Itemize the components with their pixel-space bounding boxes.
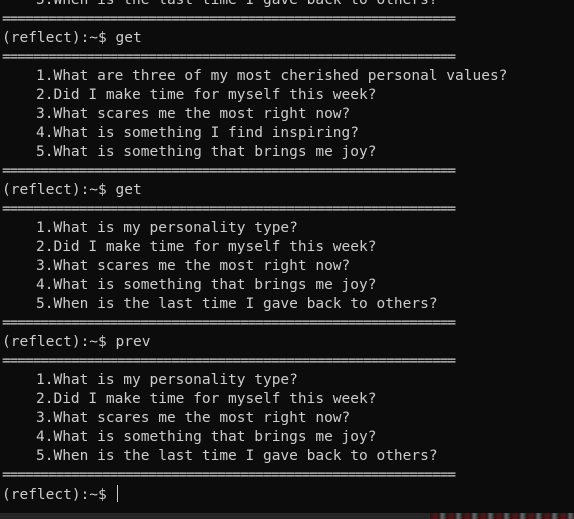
separator-line: ========================================… <box>2 467 456 483</box>
command-text: prev <box>115 334 151 350</box>
terminal-window[interactable]: 5.When is the last time I gave back to o… <box>0 0 574 513</box>
command-line: (reflect):~$ get <box>2 29 507 48</box>
question-line: 2.Did I make time for myself this week? <box>36 87 377 103</box>
text-cursor <box>116 485 118 502</box>
prompt: (reflect):~$ <box>2 182 107 198</box>
separator-line: ========================================… <box>2 49 456 65</box>
output-line-partial: 5.When is the last time I gave back to o… <box>36 0 438 8</box>
terminal-output: 5.When is the last time I gave back to o… <box>2 0 507 504</box>
prompt: (reflect):~$ <box>2 334 107 350</box>
separator-line: ========================================… <box>2 201 456 217</box>
command-text: get <box>115 182 142 198</box>
separator-line: ========================================… <box>2 11 456 27</box>
question-line: 1.What is my personality type? <box>36 372 298 388</box>
background-image-fragment <box>430 513 574 519</box>
question-line: 4.What is something that brings me joy? <box>36 429 377 445</box>
question-line: 2.Did I make time for myself this week? <box>36 239 377 255</box>
separator-line: ========================================… <box>2 315 456 331</box>
command-line: (reflect):~$ prev <box>2 333 507 352</box>
question-line: 1.What is my personality type? <box>36 220 298 236</box>
command-line: (reflect):~$ get <box>2 181 507 200</box>
question-line: 2.Did I make time for myself this week? <box>36 391 377 407</box>
prompt: (reflect):~$ <box>2 487 107 503</box>
question-line: 5.What is something that brings me joy? <box>36 144 377 160</box>
active-prompt-line[interactable]: (reflect):~$ <box>2 485 507 504</box>
question-line: 5.When is the last time I gave back to o… <box>36 448 438 464</box>
separator-line: ========================================… <box>2 353 456 369</box>
question-line: 3.What scares me the most right now? <box>36 410 351 426</box>
separator-line: ========================================… <box>2 163 456 179</box>
desktop-background-strip <box>0 513 574 519</box>
question-line: 5.When is the last time I gave back to o… <box>36 296 438 312</box>
prompt: (reflect):~$ <box>2 30 107 46</box>
question-line: 1.What are three of my most cherished pe… <box>36 68 508 84</box>
question-line: 4.What is something that brings me joy? <box>36 277 377 293</box>
question-line: 3.What scares me the most right now? <box>36 258 351 274</box>
question-line: 3.What scares me the most right now? <box>36 106 351 122</box>
command-text: get <box>115 30 142 46</box>
question-line: 4.What is something I find inspiring? <box>36 125 360 141</box>
